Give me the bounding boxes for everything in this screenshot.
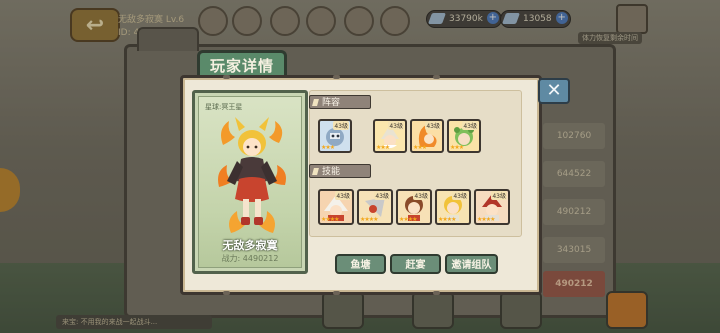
slot-stars: ★★★★ (360, 216, 378, 223)
skill-slot-1[interactable]: 43级 ★★★★ (318, 189, 354, 225)
skill-slot-4[interactable]: 43级 ★★★★ (435, 189, 471, 225)
lineup-slot-4[interactable]: 43级 ★★★ (447, 119, 481, 153)
slot-stars: ★★★★ (399, 216, 417, 223)
slot-stars: ★★★ (376, 144, 390, 151)
planet-label: 星球:冥王星 (205, 103, 243, 111)
close-icon: ✕ (546, 80, 562, 101)
slot-level: 43级 (335, 191, 351, 200)
slot-stars: ★★★ (321, 144, 335, 151)
lineup-slot-2[interactable]: 43级 ★★★ (373, 119, 407, 153)
slot-stars: ★★★ (413, 144, 427, 151)
slot-level: 43级 (425, 121, 441, 130)
hero-portrait (218, 117, 286, 233)
hero-name: 无敌多寂寞 (222, 239, 278, 252)
slot-stars: ★★★★ (321, 216, 339, 223)
lineup-slot-1[interactable]: 43级 ★★★ (318, 119, 352, 153)
lineup-slot-3[interactable]: 43级 ★★★ (410, 119, 444, 153)
nail-decoration (223, 291, 230, 295)
fish-pond-button[interactable]: 鱼塘 (335, 254, 386, 274)
nail-decoration (333, 75, 340, 79)
slot-level: 43级 (491, 191, 507, 200)
nail-decoration (433, 75, 440, 79)
skill-slot-5[interactable]: 43级 ★★★★ (474, 189, 510, 225)
invite-team-button[interactable]: 邀请组队 (445, 254, 498, 274)
skill-slot-3[interactable]: 43级 ★★★★ (396, 189, 432, 225)
slot-level: 43级 (413, 191, 429, 200)
close-button[interactable]: ✕ (538, 78, 570, 104)
slot-level: 43级 (333, 121, 349, 130)
nail-decoration (433, 291, 440, 295)
nail-decoration (333, 291, 340, 295)
kick-out-button[interactable]: 赶宴 (390, 254, 441, 274)
hero-card-inner: 星球:冥王星 无敌多寂寞 战力: 4490212 (198, 96, 302, 268)
slot-level: 43级 (374, 191, 390, 200)
skill-slot-2[interactable]: 43级 ★★★★ (357, 189, 393, 225)
slot-level: 43级 (462, 121, 478, 130)
skills-label: 技能 (309, 164, 371, 178)
power-value: 战力: 4490212 (221, 254, 279, 263)
slot-level: 43级 (388, 121, 404, 130)
nail-decoration (223, 75, 230, 79)
hero-card: 星球:冥王星 无敌多寂寞 战力: 4490212 (192, 90, 308, 274)
slot-stars: ★★★★ (477, 216, 495, 223)
slot-stars: ★★★★ (438, 216, 456, 223)
lineup-label: 阵容 (309, 95, 371, 109)
slot-level: 43级 (452, 191, 468, 200)
slot-stars: ★★★ (450, 144, 464, 151)
